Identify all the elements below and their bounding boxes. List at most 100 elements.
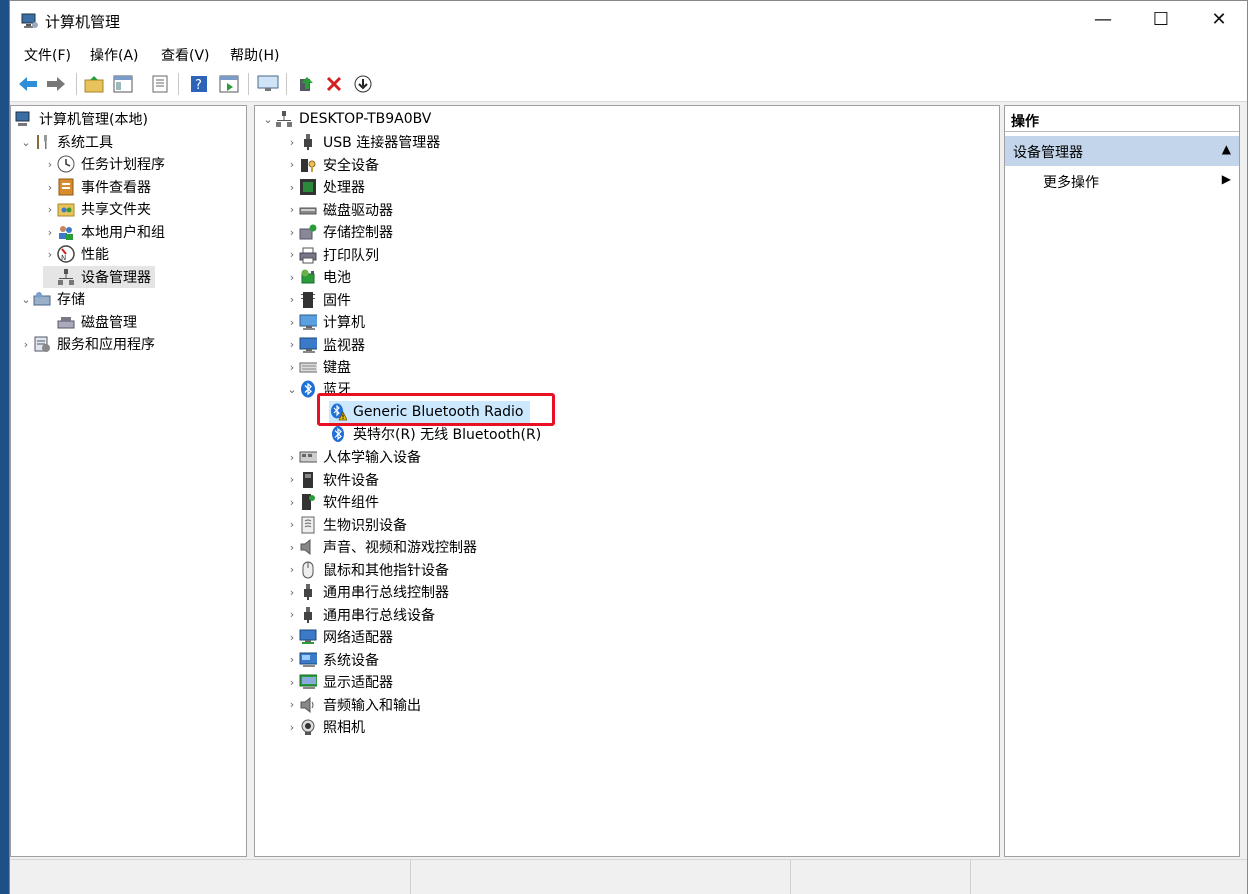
category-battery[interactable]: › 电池	[285, 266, 351, 288]
chevron-right-icon[interactable]: ›	[285, 248, 299, 261]
category-network-adapter[interactable]: › 网络适配器	[285, 626, 393, 648]
category-monitor[interactable]: › 监视器	[285, 334, 365, 356]
computer-management-icon	[15, 110, 33, 128]
tree-item-local-users[interactable]: › 本地用户和组	[43, 221, 165, 243]
category-mouse[interactable]: › 鼠标和其他指针设备	[285, 559, 449, 581]
tree-item-event-viewer[interactable]: › 事件查看器	[43, 176, 151, 198]
forward-icon[interactable]	[44, 72, 68, 96]
category-display-adapter[interactable]: › 显示适配器	[285, 671, 393, 693]
chevron-right-icon[interactable]: ›	[285, 316, 299, 329]
svg-text:N: N	[61, 254, 66, 262]
chevron-right-icon[interactable]: ›	[285, 586, 299, 599]
properties-icon[interactable]	[148, 72, 172, 96]
category-processor[interactable]: › 处理器	[285, 176, 365, 198]
monitor-icon[interactable]	[256, 72, 280, 96]
tree-item-task-scheduler[interactable]: › 任务计划程序	[43, 153, 165, 175]
chevron-down-icon[interactable]: ⌄	[19, 293, 33, 306]
chevron-right-icon[interactable]: ›	[285, 203, 299, 216]
chevron-right-icon[interactable]: ›	[43, 226, 57, 239]
category-hid[interactable]: › 人体学输入设备	[285, 446, 421, 468]
tree-item-disk-management[interactable]: 磁盘管理	[43, 311, 137, 333]
chevron-right-icon[interactable]: ›	[285, 518, 299, 531]
chevron-right-icon[interactable]: ›	[285, 271, 299, 284]
category-storage-controller[interactable]: › 存储控制器	[285, 221, 393, 243]
chevron-right-icon[interactable]: ›	[285, 541, 299, 554]
category-label: 计算机	[323, 315, 365, 331]
tree-item-system-tools[interactable]: ⌄ 系统工具	[19, 131, 113, 153]
chevron-right-icon[interactable]: ›	[285, 361, 299, 374]
category-security-device[interactable]: › 安全设备	[285, 154, 379, 176]
chevron-down-icon[interactable]: ⌄	[19, 136, 33, 149]
category-firmware[interactable]: › 固件	[285, 289, 351, 311]
close-button[interactable]: ✕	[1190, 1, 1248, 41]
category-usb[interactable]: › USB 连接器管理器	[285, 131, 440, 153]
tree-item-root[interactable]: 计算机管理(本地)	[15, 108, 148, 130]
category-usb-controller[interactable]: › 通用串行总线控制器	[285, 581, 449, 603]
chevron-right-icon[interactable]: ›	[43, 181, 57, 194]
category-software-device[interactable]: › 软件设备	[285, 469, 379, 491]
chevron-down-icon[interactable]: ⌄	[261, 113, 275, 126]
device-intel-wireless-bluetooth[interactable]: 英特尔(R) 无线 Bluetooth(R)	[329, 423, 541, 445]
tree-item-device-manager[interactable]: 设备管理器	[43, 266, 155, 288]
chevron-right-icon[interactable]: ›	[43, 248, 57, 261]
chevron-right-icon[interactable]: ›	[285, 473, 299, 486]
chevron-right-icon[interactable]: ›	[285, 563, 299, 576]
show-hide-tree-icon[interactable]	[111, 72, 135, 96]
update-driver-icon[interactable]	[294, 72, 318, 96]
monitor-icon	[299, 336, 317, 354]
category-speaker[interactable]: › 声音、视频和游戏控制器	[285, 536, 477, 558]
menu-help[interactable]: 帮助(H)	[230, 45, 279, 65]
category-software-component[interactable]: › 软件组件	[285, 491, 379, 513]
category-disk-drive[interactable]: › 磁盘驱动器	[285, 199, 393, 221]
uninstall-icon[interactable]	[322, 72, 346, 96]
device-root[interactable]: ⌄ DESKTOP-TB9A0BV	[261, 108, 431, 130]
chevron-right-icon[interactable]: ›	[285, 158, 299, 171]
actions-section-device-manager[interactable]: 设备管理器 ▲	[1005, 136, 1239, 166]
minimize-button[interactable]: —	[1074, 1, 1132, 41]
tree-item-services[interactable]: › 服务和应用程序	[19, 333, 155, 355]
category-keyboard[interactable]: › 键盘	[285, 356, 351, 378]
tree-item-shared-folders[interactable]: › 共享文件夹	[43, 198, 151, 220]
chevron-right-icon[interactable]: ›	[285, 451, 299, 464]
chevron-right-icon[interactable]: ›	[285, 721, 299, 734]
chevron-right-icon[interactable]: ›	[285, 698, 299, 711]
chevron-right-icon[interactable]: ›	[43, 203, 57, 216]
help-icon[interactable]: ?	[187, 72, 211, 96]
back-icon[interactable]	[16, 72, 40, 96]
menu-file[interactable]: 文件(F)	[24, 45, 71, 65]
chevron-right-icon[interactable]: ›	[285, 676, 299, 689]
category-biometric[interactable]: › 生物识别设备	[285, 514, 407, 536]
download-icon[interactable]	[351, 72, 375, 96]
bluetooth-icon	[299, 380, 317, 398]
tree-item-storage[interactable]: ⌄ 存储	[19, 288, 85, 310]
category-audio-io[interactable]: › 音频输入和输出	[285, 694, 421, 716]
category-usb-device[interactable]: › 通用串行总线设备	[285, 604, 435, 626]
chevron-right-icon[interactable]: ›	[285, 653, 299, 666]
chevron-right-icon[interactable]: ›	[285, 136, 299, 149]
actions-more[interactable]: 更多操作 ▶	[1043, 172, 1233, 194]
chevron-right-icon[interactable]: ›	[19, 338, 33, 351]
action-pane-icon[interactable]	[217, 72, 241, 96]
computer-root-icon	[275, 110, 293, 128]
chevron-right-icon[interactable]: ›	[285, 496, 299, 509]
chevron-right-icon[interactable]: ›	[285, 226, 299, 239]
chevron-right-icon[interactable]: ›	[285, 338, 299, 351]
chevron-right-icon[interactable]: ›	[285, 293, 299, 306]
chevron-right-icon[interactable]: ›	[285, 181, 299, 194]
status-bar-section	[790, 860, 971, 894]
chevron-right-icon[interactable]: ›	[43, 158, 57, 171]
menu-view[interactable]: 查看(V)	[161, 45, 210, 65]
category-label: 照相机	[323, 720, 365, 736]
menu-action[interactable]: 操作(A)	[90, 45, 139, 65]
category-camera[interactable]: › 照相机	[285, 716, 365, 738]
maximize-button[interactable]: ☐	[1132, 1, 1190, 41]
category-printer[interactable]: › 打印队列	[285, 244, 379, 266]
chevron-right-icon[interactable]: ›	[285, 631, 299, 644]
up-folder-icon[interactable]	[82, 72, 106, 96]
chevron-down-icon[interactable]: ⌄	[285, 383, 299, 396]
chevron-right-icon[interactable]: ›	[285, 608, 299, 621]
collapse-up-icon[interactable]: ▲	[1222, 142, 1231, 156]
category-system-device[interactable]: › 系统设备	[285, 649, 379, 671]
tree-item-performance[interactable]: › N 性能	[43, 243, 109, 265]
category-computer[interactable]: › 计算机	[285, 311, 365, 333]
